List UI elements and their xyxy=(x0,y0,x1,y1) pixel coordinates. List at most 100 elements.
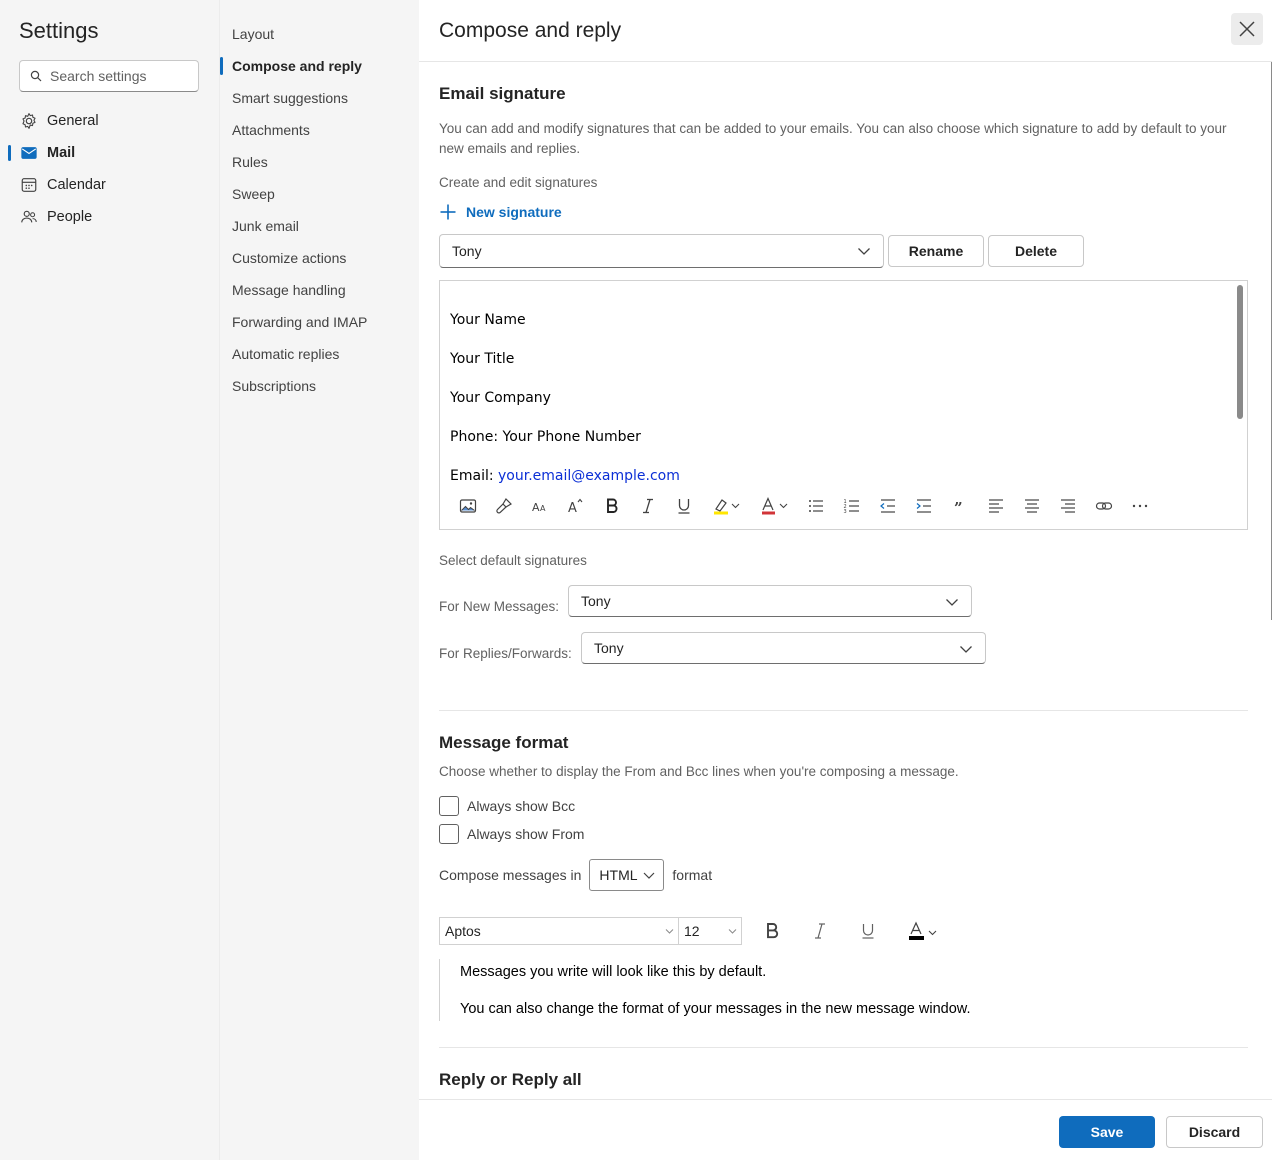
numbering-button[interactable]: 123 xyxy=(834,491,870,521)
replies-signature-select[interactable]: Tony xyxy=(581,632,986,664)
increase-indent-button[interactable] xyxy=(906,491,942,521)
signature-format-toolbar: AA A 1 2 3 ” xyxy=(450,491,1158,521)
settings-sidebar: Settings General Mail Calendar People xyxy=(0,0,219,1160)
insert-picture-button[interactable] xyxy=(450,491,486,521)
bold-icon xyxy=(767,923,779,939)
chevron-down-icon xyxy=(946,599,958,606)
always-show-bcc-option[interactable]: Always show Bcc xyxy=(439,796,575,816)
new-messages-signature-select[interactable]: Tony xyxy=(568,585,972,617)
align-left-button[interactable] xyxy=(978,491,1014,521)
insert-link-button[interactable] xyxy=(1086,491,1122,521)
subnav-compose-and-reply[interactable]: Compose and reply xyxy=(220,52,362,80)
nav-people-label: People xyxy=(47,209,93,225)
font-size-button[interactable]: AA xyxy=(522,491,558,521)
image-icon xyxy=(459,499,477,513)
default-font-toolbar: Aptos 12 xyxy=(439,917,952,945)
default-bold-button[interactable] xyxy=(748,917,796,945)
gear-icon xyxy=(22,113,36,129)
nav-people[interactable]: People xyxy=(0,201,219,233)
signature-line: Your Title xyxy=(450,351,515,367)
font-family-select[interactable]: Aptos xyxy=(439,917,679,945)
nav-calendar[interactable]: Calendar xyxy=(0,169,219,201)
save-button[interactable]: Save xyxy=(1059,1116,1155,1148)
quote-button[interactable]: ” xyxy=(942,491,978,521)
more-options-button[interactable] xyxy=(1122,491,1158,521)
numbered-list-icon: 123 xyxy=(844,499,859,515)
highlight-button[interactable] xyxy=(702,491,750,521)
svg-text:A: A xyxy=(540,504,546,513)
align-right-button[interactable] xyxy=(1050,491,1086,521)
subnav-smart-suggestions[interactable]: Smart suggestions xyxy=(232,84,348,112)
svg-text:A: A xyxy=(568,501,577,515)
align-center-button[interactable] xyxy=(1014,491,1050,521)
section-divider xyxy=(439,710,1248,711)
signature-editor[interactable]: Your Name Your Title Your Company Phone:… xyxy=(439,280,1248,530)
chevron-down-icon xyxy=(643,872,655,879)
default-underline-button[interactable] xyxy=(844,917,892,945)
settings-footer: Save Discard xyxy=(419,1099,1272,1160)
new-messages-signature-value: Tony xyxy=(581,593,611,609)
compose-format-select[interactable]: HTML xyxy=(589,859,665,891)
signature-select[interactable]: Tony xyxy=(439,234,884,268)
email-signature-heading: Email signature xyxy=(439,84,566,103)
chevron-down-icon xyxy=(728,929,737,934)
italic-icon xyxy=(815,923,825,939)
message-format-heading: Message format xyxy=(439,733,569,752)
format-painter-button[interactable] xyxy=(486,491,522,521)
compose-format-row: Compose messages in HTML format xyxy=(439,859,712,891)
always-show-bcc-checkbox[interactable] xyxy=(439,796,459,816)
svg-text:A: A xyxy=(532,501,540,514)
editor-scrollbar-thumb[interactable] xyxy=(1237,285,1243,419)
align-right-icon xyxy=(1061,499,1075,513)
always-show-from-checkbox[interactable] xyxy=(439,824,459,844)
subnav-subscriptions[interactable]: Subscriptions xyxy=(232,372,316,400)
delete-button[interactable]: Delete xyxy=(988,235,1084,267)
discard-button[interactable]: Discard xyxy=(1166,1116,1263,1148)
nav-general[interactable]: General xyxy=(0,105,219,137)
subnav-sweep[interactable]: Sweep xyxy=(232,180,275,208)
italic-button[interactable] xyxy=(630,491,666,521)
search-box[interactable] xyxy=(19,60,199,92)
underline-button[interactable] xyxy=(666,491,702,521)
increase-indent-icon xyxy=(916,499,931,513)
always-show-from-label: Always show From xyxy=(467,826,585,842)
rename-button[interactable]: Rename xyxy=(888,235,984,267)
new-signature-button[interactable]: New signature xyxy=(439,203,562,221)
bullets-button[interactable] xyxy=(798,491,834,521)
font-size-select[interactable]: 12 xyxy=(679,917,742,945)
signature-email-link[interactable]: your.email@example.com xyxy=(498,468,680,483)
font-color-button[interactable] xyxy=(750,491,798,521)
italic-icon xyxy=(643,498,653,514)
signature-select-value: Tony xyxy=(452,243,482,259)
subnav-message-handling[interactable]: Message handling xyxy=(232,276,346,304)
close-icon xyxy=(1239,21,1255,37)
always-show-from-option[interactable]: Always show From xyxy=(439,824,584,844)
preview-line: Messages you write will look like this b… xyxy=(460,964,767,980)
replies-forwards-label: For Replies/Forwards: xyxy=(439,646,572,661)
font-family-value: Aptos xyxy=(445,923,481,939)
default-font-color-button[interactable] xyxy=(892,917,952,945)
svg-text:3: 3 xyxy=(844,509,847,515)
message-format-description: Choose whether to display the From and B… xyxy=(439,764,959,779)
subnav-junk-email[interactable]: Junk email xyxy=(232,212,299,240)
subnav-customize-actions[interactable]: Customize actions xyxy=(232,244,346,272)
subnav-attachments[interactable]: Attachments xyxy=(232,116,310,144)
chevron-down-icon xyxy=(858,248,870,255)
close-button[interactable] xyxy=(1231,13,1263,45)
default-italic-button[interactable] xyxy=(796,917,844,945)
signature-editor-body[interactable]: Your Name Your Title Your Company Phone:… xyxy=(450,295,1230,483)
decrease-indent-button[interactable] xyxy=(870,491,906,521)
new-signature-label: New signature xyxy=(466,204,562,220)
create-signatures-label: Create and edit signatures xyxy=(439,175,598,190)
bold-button[interactable] xyxy=(594,491,630,521)
search-input[interactable] xyxy=(50,68,190,84)
grow-font-button[interactable]: A xyxy=(558,491,594,521)
nav-mail[interactable]: Mail xyxy=(0,137,219,169)
compose-format-value: HTML xyxy=(599,867,638,883)
highlighter-icon xyxy=(714,499,740,515)
subnav-layout[interactable]: Layout xyxy=(232,20,274,48)
subnav-rules[interactable]: Rules xyxy=(232,148,268,176)
new-messages-label: For New Messages: xyxy=(439,599,560,614)
subnav-automatic-replies[interactable]: Automatic replies xyxy=(232,340,339,368)
subnav-forwarding-imap[interactable]: Forwarding and IMAP xyxy=(232,308,367,336)
